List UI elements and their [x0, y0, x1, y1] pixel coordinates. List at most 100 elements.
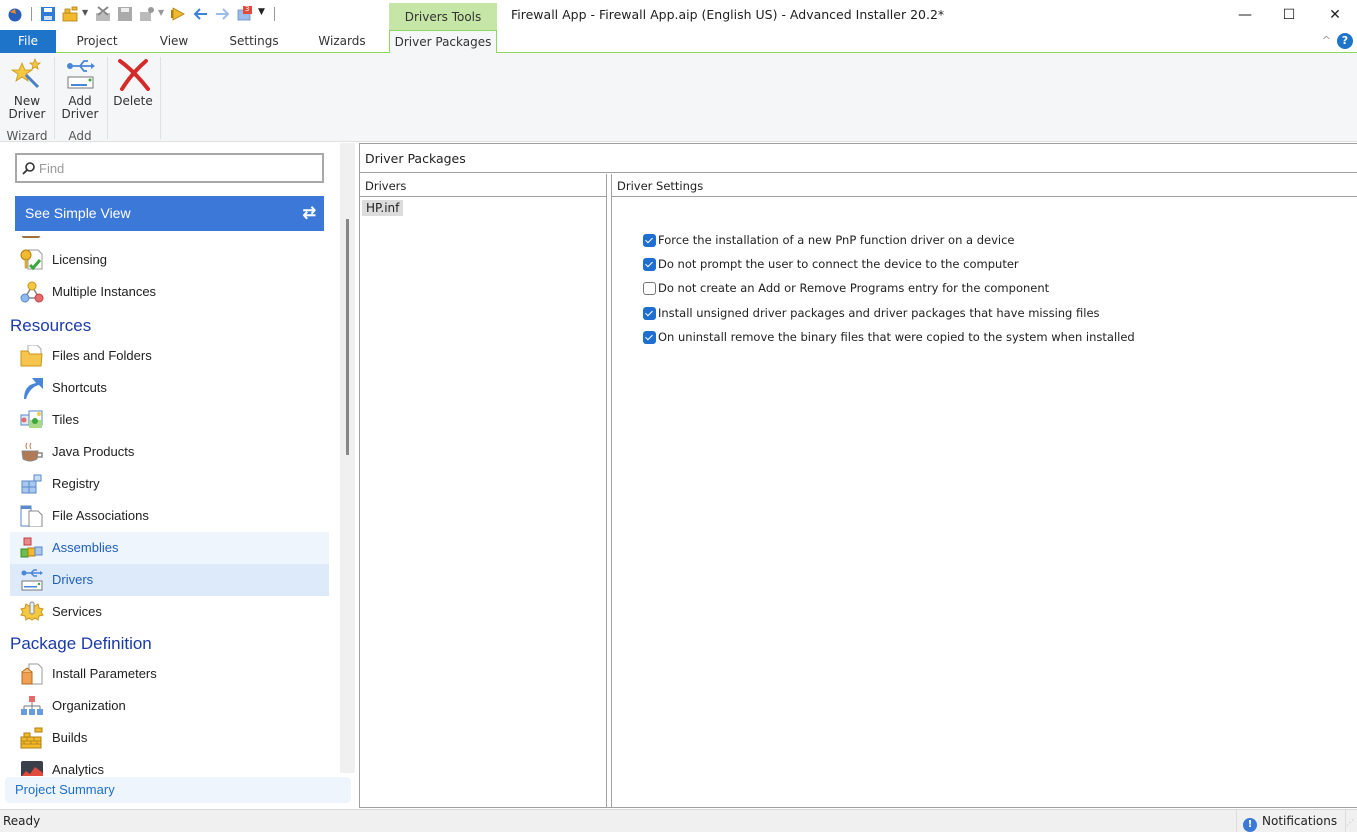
project-summary-link[interactable]: Project Summary [5, 777, 351, 803]
help-icon[interactable]: ? [1337, 33, 1353, 49]
option-label: On uninstall remove the binary files tha… [658, 330, 1135, 344]
checkbox-checked[interactable] [643, 258, 656, 271]
nav-item-registry[interactable]: Registry [10, 468, 329, 500]
see-simple-view-label: See Simple View [25, 205, 131, 221]
tab-project[interactable]: Project [68, 30, 126, 53]
nav-item-licensing[interactable]: Licensing [10, 244, 329, 276]
partial-item-icon [22, 236, 40, 238]
nav-item-label: File Associations [52, 508, 149, 523]
customize-dropdown-icon[interactable]: ▼ [258, 7, 265, 17]
collapse-ribbon-icon[interactable]: ^ [1322, 34, 1331, 47]
build-icon[interactable] [62, 6, 78, 22]
new-driver-label-2: Driver [8, 107, 46, 121]
driver-list-item[interactable]: HP.inf [362, 200, 404, 216]
tab-driver-packages[interactable]: Driver Packages [389, 30, 497, 54]
nav-scrollbar[interactable] [340, 143, 355, 773]
nav-item-label: Assemblies [52, 540, 119, 555]
notifications-badge-icon[interactable]: 3 [237, 5, 253, 22]
nav-item-assemblies[interactable]: Assemblies [10, 532, 329, 564]
nav-item-label: Registry [52, 476, 100, 491]
forward-icon[interactable] [214, 6, 230, 22]
section-heading-resources: Resources [10, 316, 92, 335]
nav-item-tiles[interactable]: Tiles [10, 404, 329, 436]
qat-separator [274, 7, 275, 21]
analytics-icon [21, 761, 43, 776]
save-icon[interactable] [40, 6, 56, 22]
nav-item-services[interactable]: Services [10, 596, 329, 628]
nav-item-multiple-instances[interactable]: Multiple Instances [10, 276, 329, 308]
java-products-icon [21, 442, 43, 462]
tab-file[interactable]: File [0, 30, 56, 53]
close-button[interactable]: ✕ [1312, 0, 1357, 30]
maximize-button[interactable]: ☐ [1266, 0, 1312, 30]
app-logo-icon[interactable] [7, 6, 23, 22]
minimize-button[interactable]: — [1222, 0, 1268, 30]
assemblies-icon [20, 537, 43, 558]
nav-item-label: Services [52, 604, 102, 619]
run-icon[interactable] [170, 6, 186, 22]
shortcuts-icon [24, 378, 43, 399]
checkbox-checked[interactable] [643, 307, 656, 320]
checkbox-unchecked[interactable] [643, 282, 656, 295]
ribbon-separator [160, 57, 161, 139]
status-bar: Ready ! Notifications ⋰ [0, 809, 1357, 832]
new-driver-button[interactable]: New Driver [4, 57, 50, 121]
minimize-icon: — [1238, 7, 1252, 23]
nav-scrollbar-thumb[interactable] [346, 219, 349, 455]
option-no-prompt-connect[interactable]: Do not prompt the user to connect the de… [643, 256, 1019, 272]
search-icon [22, 162, 35, 175]
add-driver-button[interactable]: Add Driver [57, 57, 103, 121]
find-input[interactable] [39, 159, 309, 177]
find-field[interactable] [15, 153, 324, 183]
licensing-icon [20, 249, 43, 271]
checkbox-checked[interactable] [643, 331, 656, 344]
notification-alert-icon: ! [1243, 818, 1257, 832]
nav-item-shortcuts[interactable]: Shortcuts [10, 372, 329, 404]
nav-item-label: Drivers [52, 572, 94, 587]
tab-view[interactable]: View [150, 30, 198, 53]
nav-item-builds[interactable]: Builds [10, 722, 329, 754]
multiple-instances-icon [20, 281, 44, 303]
registry-icon [21, 474, 42, 494]
nav-item-label: Java Products [52, 444, 135, 459]
delete-button[interactable]: Delete [110, 57, 156, 108]
nav-item-label: Shortcuts [52, 380, 107, 395]
nav-item-files-and-folders[interactable]: Files and Folders [10, 340, 329, 372]
nav-item-label: Install Parameters [52, 666, 157, 681]
driver-settings: Driver Settings Force the installation o… [611, 174, 1357, 808]
configure-icon[interactable] [139, 6, 155, 22]
option-no-arp-entry[interactable]: Do not create an Add or Remove Programs … [643, 280, 1049, 296]
driver-packages-panel: Driver Packages Drivers HP.inf Driver Se… [359, 143, 1357, 808]
notifications-button[interactable]: ! Notifications [1236, 810, 1347, 832]
left-navigation-pane: See Simple View ⇄ Licensing Multiple Ins… [0, 143, 355, 808]
nav-item-install-parameters[interactable]: Install Parameters [10, 658, 329, 690]
nav-item-file-associations[interactable]: File Associations [10, 500, 329, 532]
option-label: Install unsigned driver packages and dri… [658, 306, 1100, 320]
option-uninstall-remove-binaries[interactable]: On uninstall remove the binary files tha… [643, 329, 1135, 345]
nav-item-label: Analytics [52, 762, 105, 776]
group-label-add: Add [68, 129, 92, 143]
nav-item-label: Licensing [52, 252, 107, 267]
nav-item-analytics[interactable]: Analytics [10, 754, 329, 776]
usb-driver-icon [67, 60, 95, 89]
nav-item-drivers[interactable]: Drivers [10, 564, 329, 596]
back-icon[interactable] [193, 6, 209, 22]
configure-dropdown-icon[interactable]: ▼ [158, 8, 164, 17]
files-folders-icon [20, 345, 43, 367]
nav-item-organization[interactable]: Organization [10, 690, 329, 722]
delete-build-icon[interactable] [95, 6, 111, 22]
nav-item-java-products[interactable]: Java Products [10, 436, 329, 468]
build-dropdown-icon[interactable]: ▼ [82, 8, 88, 17]
add-driver-label-2: Driver [61, 107, 99, 121]
nav-item-label: Builds [52, 730, 88, 745]
services-icon [20, 601, 44, 621]
page-title: Driver Packages [360, 144, 1357, 173]
driver-settings-header: Driver Settings [612, 174, 1357, 197]
option-install-unsigned[interactable]: Install unsigned driver packages and dri… [643, 305, 1100, 321]
tab-settings[interactable]: Settings [222, 30, 286, 53]
see-simple-view-button[interactable]: See Simple View ⇄ [15, 196, 324, 231]
resize-grip-icon[interactable]: ⋰ [1346, 818, 1354, 827]
tab-wizards[interactable]: Wizards [310, 30, 374, 53]
checkbox-checked[interactable] [643, 234, 656, 247]
option-force-pnp-install[interactable]: Force the installation of a new PnP func… [643, 232, 1015, 248]
